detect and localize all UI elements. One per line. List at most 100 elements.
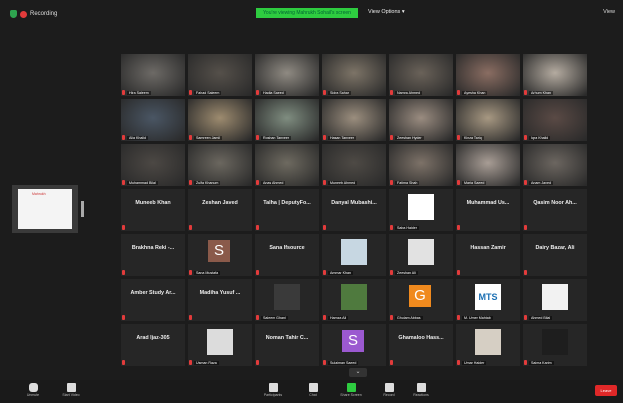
participant-video <box>456 54 520 96</box>
muted-microphone-icon <box>323 180 326 185</box>
participant-display-name: Zeshan Javed <box>202 200 238 206</box>
reactions-button[interactable]: Reactions <box>410 383 432 399</box>
participant-tile[interactable]: Maria Saeed <box>456 144 520 186</box>
reactions-label: Reactions <box>413 393 429 397</box>
participant-tile[interactable]: Arhum Khan <box>523 54 587 96</box>
participant-tile[interactable]: Amber Study Ar... <box>121 279 185 321</box>
microphone-icon <box>28 383 38 392</box>
start-video-button[interactable]: Start Video <box>60 383 82 399</box>
participant-name-label: Saleem Ghani <box>261 316 288 320</box>
participant-tile[interactable]: Sidra Sahar <box>322 54 386 96</box>
participant-tile[interactable]: S Sana Mustafa <box>188 234 252 276</box>
muted-microphone-icon <box>390 90 393 95</box>
participant-tile[interactable]: Ammar Khan <box>322 234 386 276</box>
muted-microphone-icon <box>256 180 259 185</box>
participant-tile[interactable]: Muhammad Us... <box>456 189 520 231</box>
participant-tile[interactable]: Kinza Tariq <box>456 99 520 141</box>
participants-button[interactable]: Participants <box>262 383 284 399</box>
participant-display-name: Sana Ifsource <box>269 245 305 251</box>
participant-tile[interactable]: Brakhna Reki -... <box>121 234 185 276</box>
participant-tile[interactable]: MTS M. Umer Mahtab <box>456 279 520 321</box>
participant-tile[interactable]: Ahmed Bilal <box>523 279 587 321</box>
view-options-button[interactable]: View Options ▾ <box>368 9 405 15</box>
record-button[interactable]: Record <box>378 383 400 399</box>
participant-tile[interactable]: Sana Ifsource <box>255 234 319 276</box>
participant-tile[interactable]: Hira Saleem <box>121 54 185 96</box>
participant-tile[interactable]: Noman Tahir C... <box>255 324 319 366</box>
muted-microphone-icon <box>524 270 527 275</box>
participant-tile[interactable]: Fahad Saleem <box>188 54 252 96</box>
top-bar: Recording You're viewing Mahrukh Sohail'… <box>0 0 623 34</box>
participant-tile[interactable]: Samreen Jamil <box>188 99 252 141</box>
participant-name-label: Zulfa Khanum <box>194 181 221 185</box>
participant-tile[interactable]: Danyal Mubashi... <box>322 189 386 231</box>
muted-microphone-icon <box>122 180 125 185</box>
participant-tile[interactable]: Zeshan Javed <box>188 189 252 231</box>
participant-tile[interactable]: Muhammad Bilal <box>121 144 185 186</box>
shared-screen-thumbnail[interactable]: Mahrukh <box>12 185 84 233</box>
participant-tile[interactable]: Hassan Zamir <box>456 234 520 276</box>
participant-tile[interactable]: Usman Raza <box>188 324 252 366</box>
muted-microphone-icon <box>122 225 125 230</box>
chat-button[interactable]: Chat <box>302 383 324 399</box>
muted-microphone-icon <box>256 90 259 95</box>
participant-tile[interactable]: Hadia Saeed <box>255 54 319 96</box>
participant-video <box>456 144 520 186</box>
participant-tile[interactable]: Anam Javed <box>523 144 587 186</box>
participant-tile[interactable]: S Sulaiman Saeed <box>322 324 386 366</box>
participant-display-name: Muhammad Us... <box>466 200 510 206</box>
participant-video <box>322 99 386 141</box>
participant-tile[interactable]: Saleem Ghani <box>255 279 319 321</box>
participant-tile[interactable]: Umar Haider <box>456 324 520 366</box>
participant-tile[interactable]: Zeeshan Hyder <box>389 99 453 141</box>
participant-tile[interactable]: Dairy Bazar, Ali <box>523 234 587 276</box>
participant-tile[interactable]: Saima Karim <box>523 324 587 366</box>
participant-profile-photo <box>341 284 367 310</box>
thumbnail-drag-handle[interactable] <box>81 201 84 217</box>
participant-tile[interactable]: Roshan Tanveer <box>255 99 319 141</box>
gallery-page-down-button[interactable]: ⌄ <box>349 368 367 377</box>
leave-meeting-button[interactable]: Leave <box>595 385 617 396</box>
participant-profile-photo <box>408 194 434 220</box>
participant-name-label: Namra Ahmed <box>395 91 422 95</box>
participant-name-label: Samreen Jamil <box>194 136 222 140</box>
participant-name-label: Roshan Tanveer <box>261 136 292 140</box>
participant-tile[interactable]: Muneeb Ahmed <box>322 144 386 186</box>
participant-tile[interactable]: Talha | DeputyFo... <box>255 189 319 231</box>
muted-microphone-icon <box>390 360 393 365</box>
participant-name-label: Kinza Tariq <box>462 136 484 140</box>
participant-tile[interactable]: Hasan Tanveer <box>322 99 386 141</box>
share-screen-button[interactable]: Share Screen <box>340 383 362 399</box>
participant-name-label: Iqra Khalid <box>529 136 551 140</box>
participant-tile[interactable]: Fatima Shah <box>389 144 453 186</box>
participant-tile[interactable]: Alia Khalid <box>121 99 185 141</box>
participant-tile[interactable]: Muneeb Khan <box>121 189 185 231</box>
participant-tile[interactable]: Madiha Yusuf ... <box>188 279 252 321</box>
participants-label: Participants <box>263 393 283 397</box>
video-camera-icon <box>66 383 76 392</box>
meeting-toolbar: Leave Unmute Start Video Participants Chat S… <box>0 380 623 403</box>
unmute-button[interactable]: Unmute <box>22 383 44 399</box>
participant-tile[interactable]: Arad Ijaz-305 <box>121 324 185 366</box>
muted-microphone-icon <box>256 360 259 365</box>
participant-video <box>389 99 453 141</box>
participant-tile[interactable]: Ghamaloo Hass... <box>389 324 453 366</box>
participant-tile[interactable]: Ayesha Khan <box>456 54 520 96</box>
participant-name-label: Ayesha Khan <box>462 91 488 95</box>
participant-tile[interactable]: Zeeshan Ali <box>389 234 453 276</box>
view-button[interactable]: View <box>603 9 615 15</box>
participant-tile[interactable]: G Ghulam Abbas <box>389 279 453 321</box>
people-icon <box>268 383 278 392</box>
muted-microphone-icon <box>323 225 326 230</box>
participant-tile[interactable]: Anas Ahmed <box>255 144 319 186</box>
participant-tile[interactable]: Qasim Noor Ah... <box>523 189 587 231</box>
chat-icon <box>308 383 318 392</box>
muted-microphone-icon <box>122 270 125 275</box>
participant-name-label: Ahmed Bilal <box>529 316 553 320</box>
participant-tile[interactable]: Namra Ahmed <box>389 54 453 96</box>
participant-tile[interactable]: Zulfa Khanum <box>188 144 252 186</box>
participant-tile[interactable]: Iqra Khalid <box>523 99 587 141</box>
muted-microphone-icon <box>122 360 125 365</box>
participant-tile[interactable]: Saba Haider <box>389 189 453 231</box>
participant-tile[interactable]: Hamza Ali <box>322 279 386 321</box>
